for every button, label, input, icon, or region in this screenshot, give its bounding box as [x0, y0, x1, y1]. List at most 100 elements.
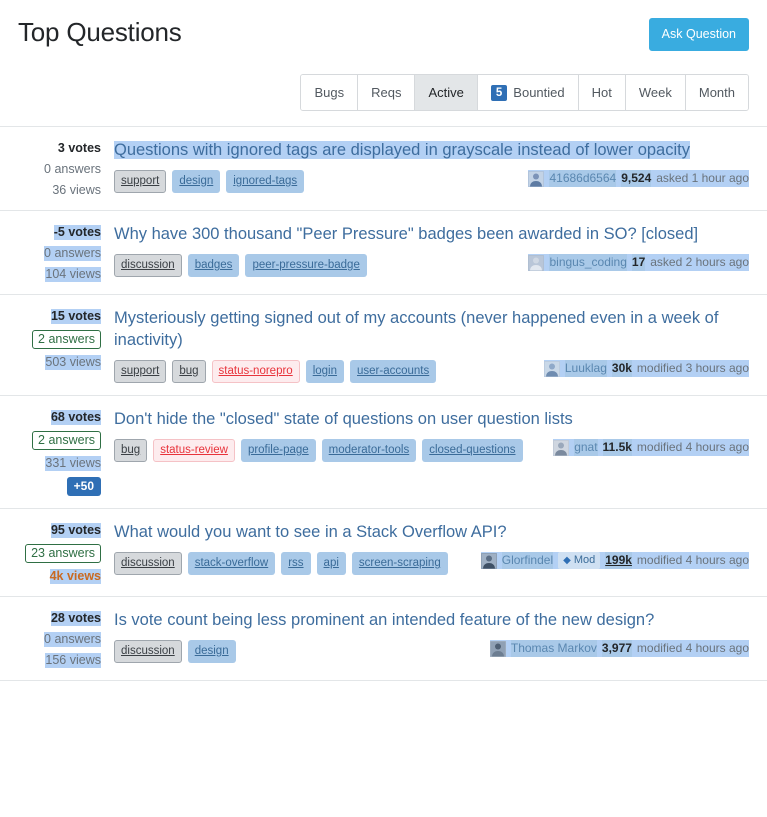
user-info: gnat 11.5k modified 4 hours ago: [553, 439, 749, 456]
user-info: 41686d6564 9,524 asked 1 hour ago: [528, 170, 749, 187]
tab-bountied[interactable]: 5 Bountied: [477, 75, 579, 110]
question-title-link[interactable]: Don't hide the "closed" state of questio…: [114, 410, 573, 428]
tab-hot[interactable]: Hot: [578, 75, 626, 110]
user-name-link[interactable]: gnat: [574, 439, 598, 456]
vote-count: 68 votes: [50, 410, 101, 425]
question-title-link[interactable]: Mysteriously getting signed out of my ac…: [114, 309, 718, 349]
answer-count: 2 answers: [32, 330, 101, 349]
avatar-image: [543, 360, 560, 377]
moderator-badge: ◆ Mod: [558, 552, 601, 569]
user-name-link[interactable]: Thomas Markov: [510, 640, 597, 657]
question-stats: 28 votes 0 answers 156 views: [18, 609, 108, 668]
tag-bug[interactable]: bug: [114, 439, 148, 462]
user-name-link[interactable]: Glorfindel: [501, 552, 554, 569]
tag-discussion[interactable]: discussion: [114, 254, 182, 277]
question-title-link[interactable]: Why have 300 thousand "Peer Pressure" ba…: [114, 225, 698, 243]
answer-count: 0 answers: [44, 162, 101, 176]
tab-bugs[interactable]: Bugs: [301, 75, 359, 110]
tag-stack-overflow[interactable]: stack-overflow: [187, 552, 276, 575]
user-reputation: 11.5k: [602, 439, 632, 456]
tag-screen-scraping[interactable]: screen-scraping: [351, 552, 448, 575]
question-timestamp: asked 1 hour ago: [656, 171, 749, 185]
user-info: Glorfindel ◆ Mod 199k modified 4 hours ago: [480, 552, 749, 569]
user-name-link[interactable]: Luuklag: [564, 360, 607, 377]
view-count: 36 views: [52, 183, 101, 197]
question-timestamp: modified 4 hours ago: [636, 641, 749, 655]
tab-active[interactable]: Active: [415, 75, 478, 110]
question-body: What would you want to see in a Stack Ov…: [108, 521, 749, 584]
tag-profile-page[interactable]: profile-page: [240, 439, 316, 462]
question-title-link[interactable]: What would you want to see in a Stack Ov…: [114, 523, 507, 541]
question-meta: discussion design Thomas Markov 3,977 modifi…: [114, 640, 749, 663]
tag-list: discussion badges peer-pressure-badge: [114, 254, 367, 277]
question-body: Questions with ignored tags are displaye…: [108, 139, 749, 198]
question-meta: support bug status-norepro login user-accoun…: [114, 360, 749, 383]
question-timestamp: modified 4 hours ago: [636, 440, 749, 454]
tab-count-badge: 5: [490, 84, 508, 101]
tag-design[interactable]: design: [187, 640, 236, 663]
user-name-link[interactable]: 41686d6564: [549, 170, 617, 187]
tab-label: Bugs: [314, 85, 345, 100]
question-title-wrap: Don't hide the "closed" state of questio…: [114, 408, 749, 430]
question-title-wrap: Mysteriously getting signed out of my ac…: [114, 307, 749, 351]
top-questions-page: Top Questions Ask Question Bugs Reqs Activ…: [0, 0, 767, 681]
question-filter-tabs: Bugs Reqs Active 5 Bountied Hot Week Month: [300, 74, 749, 111]
tag-badges[interactable]: badges: [187, 254, 240, 277]
view-count: 104 views: [45, 267, 101, 282]
tab-label: Month: [698, 85, 735, 100]
avatar-image: [528, 170, 545, 187]
question-title-wrap: Is vote count being less prominent an in…: [114, 609, 749, 631]
tag-list: discussion stack-overflow rss api screen-scr…: [114, 552, 448, 575]
question-stats: 3 votes 0 answers 36 views: [18, 139, 108, 198]
tag-closed-questions[interactable]: closed-questions: [422, 439, 523, 462]
question-row: 68 votes 2 answers 331 views +50 Don't hide …: [0, 396, 767, 509]
tag-api[interactable]: api: [316, 552, 346, 575]
question-stats: 68 votes 2 answers 331 views +50: [18, 408, 108, 496]
ask-question-button[interactable]: Ask Question: [648, 18, 749, 51]
question-body: Is vote count being less prominent an in…: [108, 609, 749, 668]
avatar-image: [480, 552, 497, 569]
view-count: 4k views: [49, 569, 101, 584]
question-row: 3 votes 0 answers 36 views Questions with i…: [0, 127, 767, 211]
question-row: 28 votes 0 answers 156 views Is vote count …: [0, 597, 767, 681]
tag-user-accounts[interactable]: user-accounts: [350, 360, 437, 383]
user-reputation: 9,524: [621, 170, 652, 187]
question-row: -5 votes 0 answers 104 views Why have 300 t…: [0, 211, 767, 295]
tab-week[interactable]: Week: [625, 75, 686, 110]
question-timestamp: modified 3 hours ago: [636, 361, 749, 375]
tab-reqs[interactable]: Reqs: [358, 75, 416, 110]
question-title-wrap: Questions with ignored tags are displaye…: [114, 139, 749, 161]
tag-login[interactable]: login: [305, 360, 345, 383]
bounty-badge: +50: [66, 477, 101, 496]
tab-label: Hot: [591, 85, 612, 100]
question-title-link[interactable]: Is vote count being less prominent an in…: [114, 611, 654, 629]
tag-support[interactable]: support: [114, 360, 167, 383]
tag-discussion[interactable]: discussion: [114, 640, 182, 663]
vote-count: 3 votes: [57, 141, 101, 155]
tag-peer-pressure-badge[interactable]: peer-pressure-badge: [245, 254, 367, 277]
tag-status-norepro[interactable]: status-norepro: [211, 360, 300, 383]
question-title-wrap: What would you want to see in a Stack Ov…: [114, 521, 749, 543]
tab-month[interactable]: Month: [685, 75, 748, 110]
tag-ignored-tags[interactable]: ignored-tags: [226, 170, 305, 193]
tag-support[interactable]: support: [114, 170, 167, 193]
answer-count: 0 answers: [44, 246, 101, 261]
question-list: 3 votes 0 answers 36 views Questions with i…: [0, 126, 767, 681]
tag-rss[interactable]: rss: [281, 552, 311, 575]
tag-bug[interactable]: bug: [172, 360, 206, 383]
vote-count: 28 votes: [50, 611, 101, 626]
tag-status-review[interactable]: status-review: [153, 439, 235, 462]
tag-list: support design ignored-tags: [114, 170, 305, 193]
vote-count: 15 votes: [50, 309, 101, 324]
page-title: Top Questions: [18, 17, 182, 47]
avatar-image: [553, 439, 570, 456]
question-title-link[interactable]: Questions with ignored tags are displaye…: [114, 141, 690, 159]
question-body: Don't hide the "closed" state of questio…: [108, 408, 749, 496]
question-meta: discussion badges peer-pressure-badge bingu…: [114, 254, 749, 277]
tag-moderator-tools[interactable]: moderator-tools: [321, 439, 417, 462]
tag-design[interactable]: design: [172, 170, 221, 193]
user-name-link[interactable]: bingus_coding: [549, 254, 627, 271]
tag-list: support bug status-norepro login user-accoun…: [114, 360, 437, 383]
tab-label: Bountied: [513, 85, 565, 100]
tag-discussion[interactable]: discussion: [114, 552, 182, 575]
